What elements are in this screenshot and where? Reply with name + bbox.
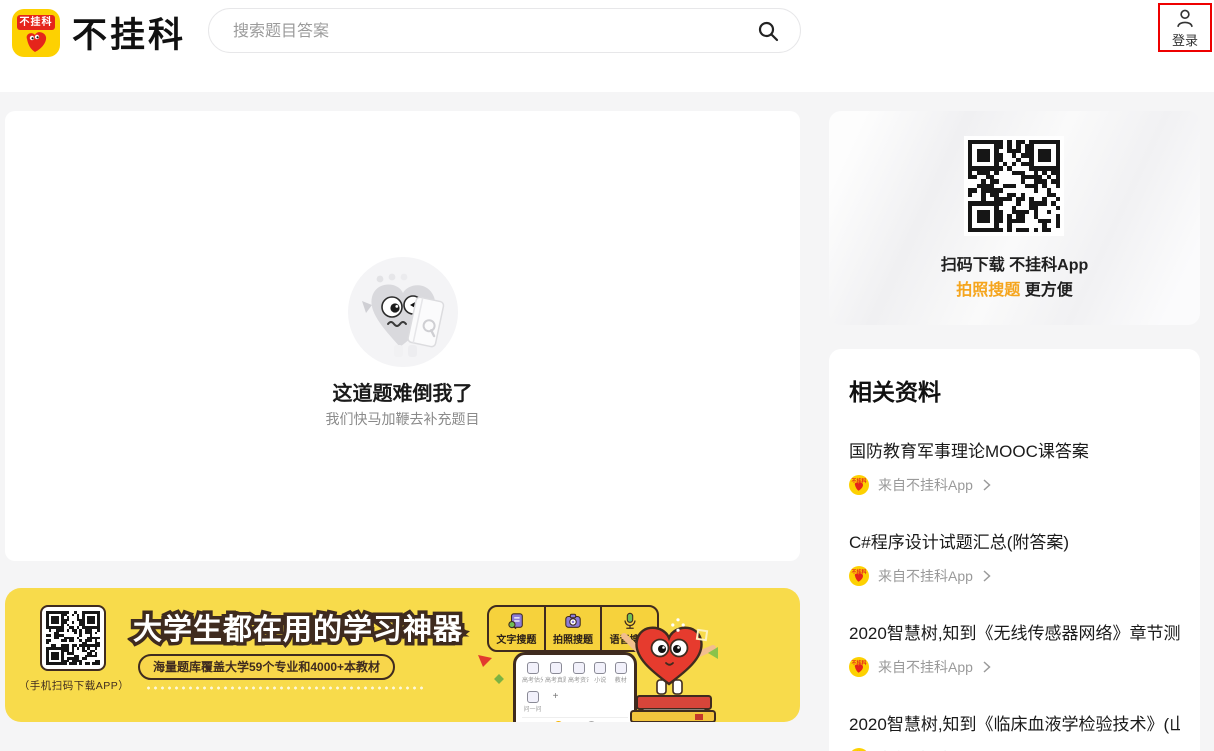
chevron-right-icon <box>982 661 991 673</box>
header: 不挂科 不挂科 登录 <box>0 0 1214 92</box>
heart-mascot-on-books <box>603 620 735 722</box>
brand-logo-icon: 不挂科 <box>12 9 60 57</box>
related-item: C#程序设计试题汇总(附答案) 不挂科 来自不挂科App <box>849 528 1180 586</box>
page: 不挂科 不挂科 登录 <box>0 0 1214 751</box>
dotted-divider <box>145 686 425 690</box>
search-input[interactable] <box>231 10 755 53</box>
banner-qr-frame <box>40 605 106 671</box>
related-item-source[interactable]: 不挂科 来自不挂科App <box>849 566 1180 586</box>
search-icon[interactable] <box>756 19 780 43</box>
related-materials-card: 相关资料 国防教育军事理论MOOC课答案 不挂科 来自不挂科App C#程序设计… <box>829 349 1200 751</box>
green-diamond-decoration <box>494 674 504 684</box>
download-qr-card: 扫码下载 不挂科App 拍照搜题 更方便 <box>829 111 1200 325</box>
square-outline-decoration <box>695 628 709 642</box>
mascot-shark-icon <box>348 257 458 367</box>
logo-badge: 不挂科 <box>17 15 55 30</box>
sparkle-decoration <box>671 618 685 632</box>
qr-card-highlight: 拍照搜题 <box>956 282 1020 299</box>
related-title: 相关资料 <box>849 373 1180 407</box>
banner-qr-caption: （手机扫码下载APP） <box>13 678 135 693</box>
brand-logo[interactable]: 不挂科 不挂科 <box>12 7 186 58</box>
app-promo-banner[interactable]: （手机扫码下载APP） 大学生都在用的学习神器 大学生都在用的学习神器 海量题库… <box>5 588 800 722</box>
green-triangle-decoration <box>707 646 719 660</box>
phone-nav-home-icon <box>554 721 563 722</box>
empty-state-title: 这道题难倒我了 <box>5 377 800 406</box>
red-triangle-decoration <box>477 654 493 668</box>
chevron-right-icon <box>982 570 991 582</box>
brand-name: 不挂科 <box>72 7 186 58</box>
app-logo-icon: 不挂科 <box>849 657 869 677</box>
related-item: 2020智慧树,知到《临床血液学检验技术》(山… 不挂科 来自不挂科App <box>849 710 1180 751</box>
related-item-source[interactable]: 不挂科 来自不挂科App <box>849 475 1180 495</box>
related-item: 2020智慧树,知到《无线传感器网络》章节测… 不挂科 来自不挂科App <box>849 619 1180 677</box>
feature-text-search: 文字搜题 <box>489 607 544 650</box>
banner-badge: 海量题库覆盖大学59个专业和4000+本教材 <box>138 654 395 680</box>
chevron-right-icon <box>982 479 991 491</box>
banner-qr-code <box>46 611 100 665</box>
related-item-title[interactable]: 2020智慧树,知到《无线传感器网络》章节测… <box>849 619 1180 644</box>
related-item: 国防教育军事理论MOOC课答案 不挂科 来自不挂科App <box>849 437 1180 495</box>
search-bar <box>208 8 801 53</box>
text-search-icon <box>507 612 525 630</box>
empty-state-subtitle: 我们快马加鞭去补充题目 <box>5 409 800 429</box>
related-item-title[interactable]: 2020智慧树,知到《临床血液学检验技术》(山… <box>849 710 1180 735</box>
feature-photo-search: 拍照搜题 <box>544 607 601 650</box>
phone-nav-profile-icon <box>587 721 596 722</box>
related-item-title[interactable]: C#程序设计试题汇总(附答案) <box>849 528 1180 553</box>
login-button[interactable]: 登录 <box>1158 3 1212 52</box>
empty-state-illustration <box>348 257 458 367</box>
result-card: 这道题难倒我了 我们快马加鞭去补充题目 <box>5 111 800 561</box>
app-logo-icon: 不挂科 <box>849 566 869 586</box>
app-logo-icon: 不挂科 <box>849 475 869 495</box>
qr-card-line2: 拍照搜题 更方便 <box>829 276 1200 300</box>
user-icon <box>1174 7 1196 29</box>
qr-card-line1: 扫码下载 不挂科App <box>829 251 1200 275</box>
related-item-source[interactable]: 不挂科 来自不挂科App <box>849 657 1180 677</box>
heart-icon <box>24 31 49 53</box>
plus-icon: + <box>545 691 566 713</box>
download-qr-code <box>964 136 1064 236</box>
related-item-title[interactable]: 国防教育军事理论MOOC课答案 <box>849 437 1180 462</box>
login-label: 登录 <box>1172 30 1198 49</box>
banner-headline: 大学生都在用的学习神器 大学生都在用的学习神器 <box>133 606 483 646</box>
camera-search-icon <box>564 612 582 630</box>
